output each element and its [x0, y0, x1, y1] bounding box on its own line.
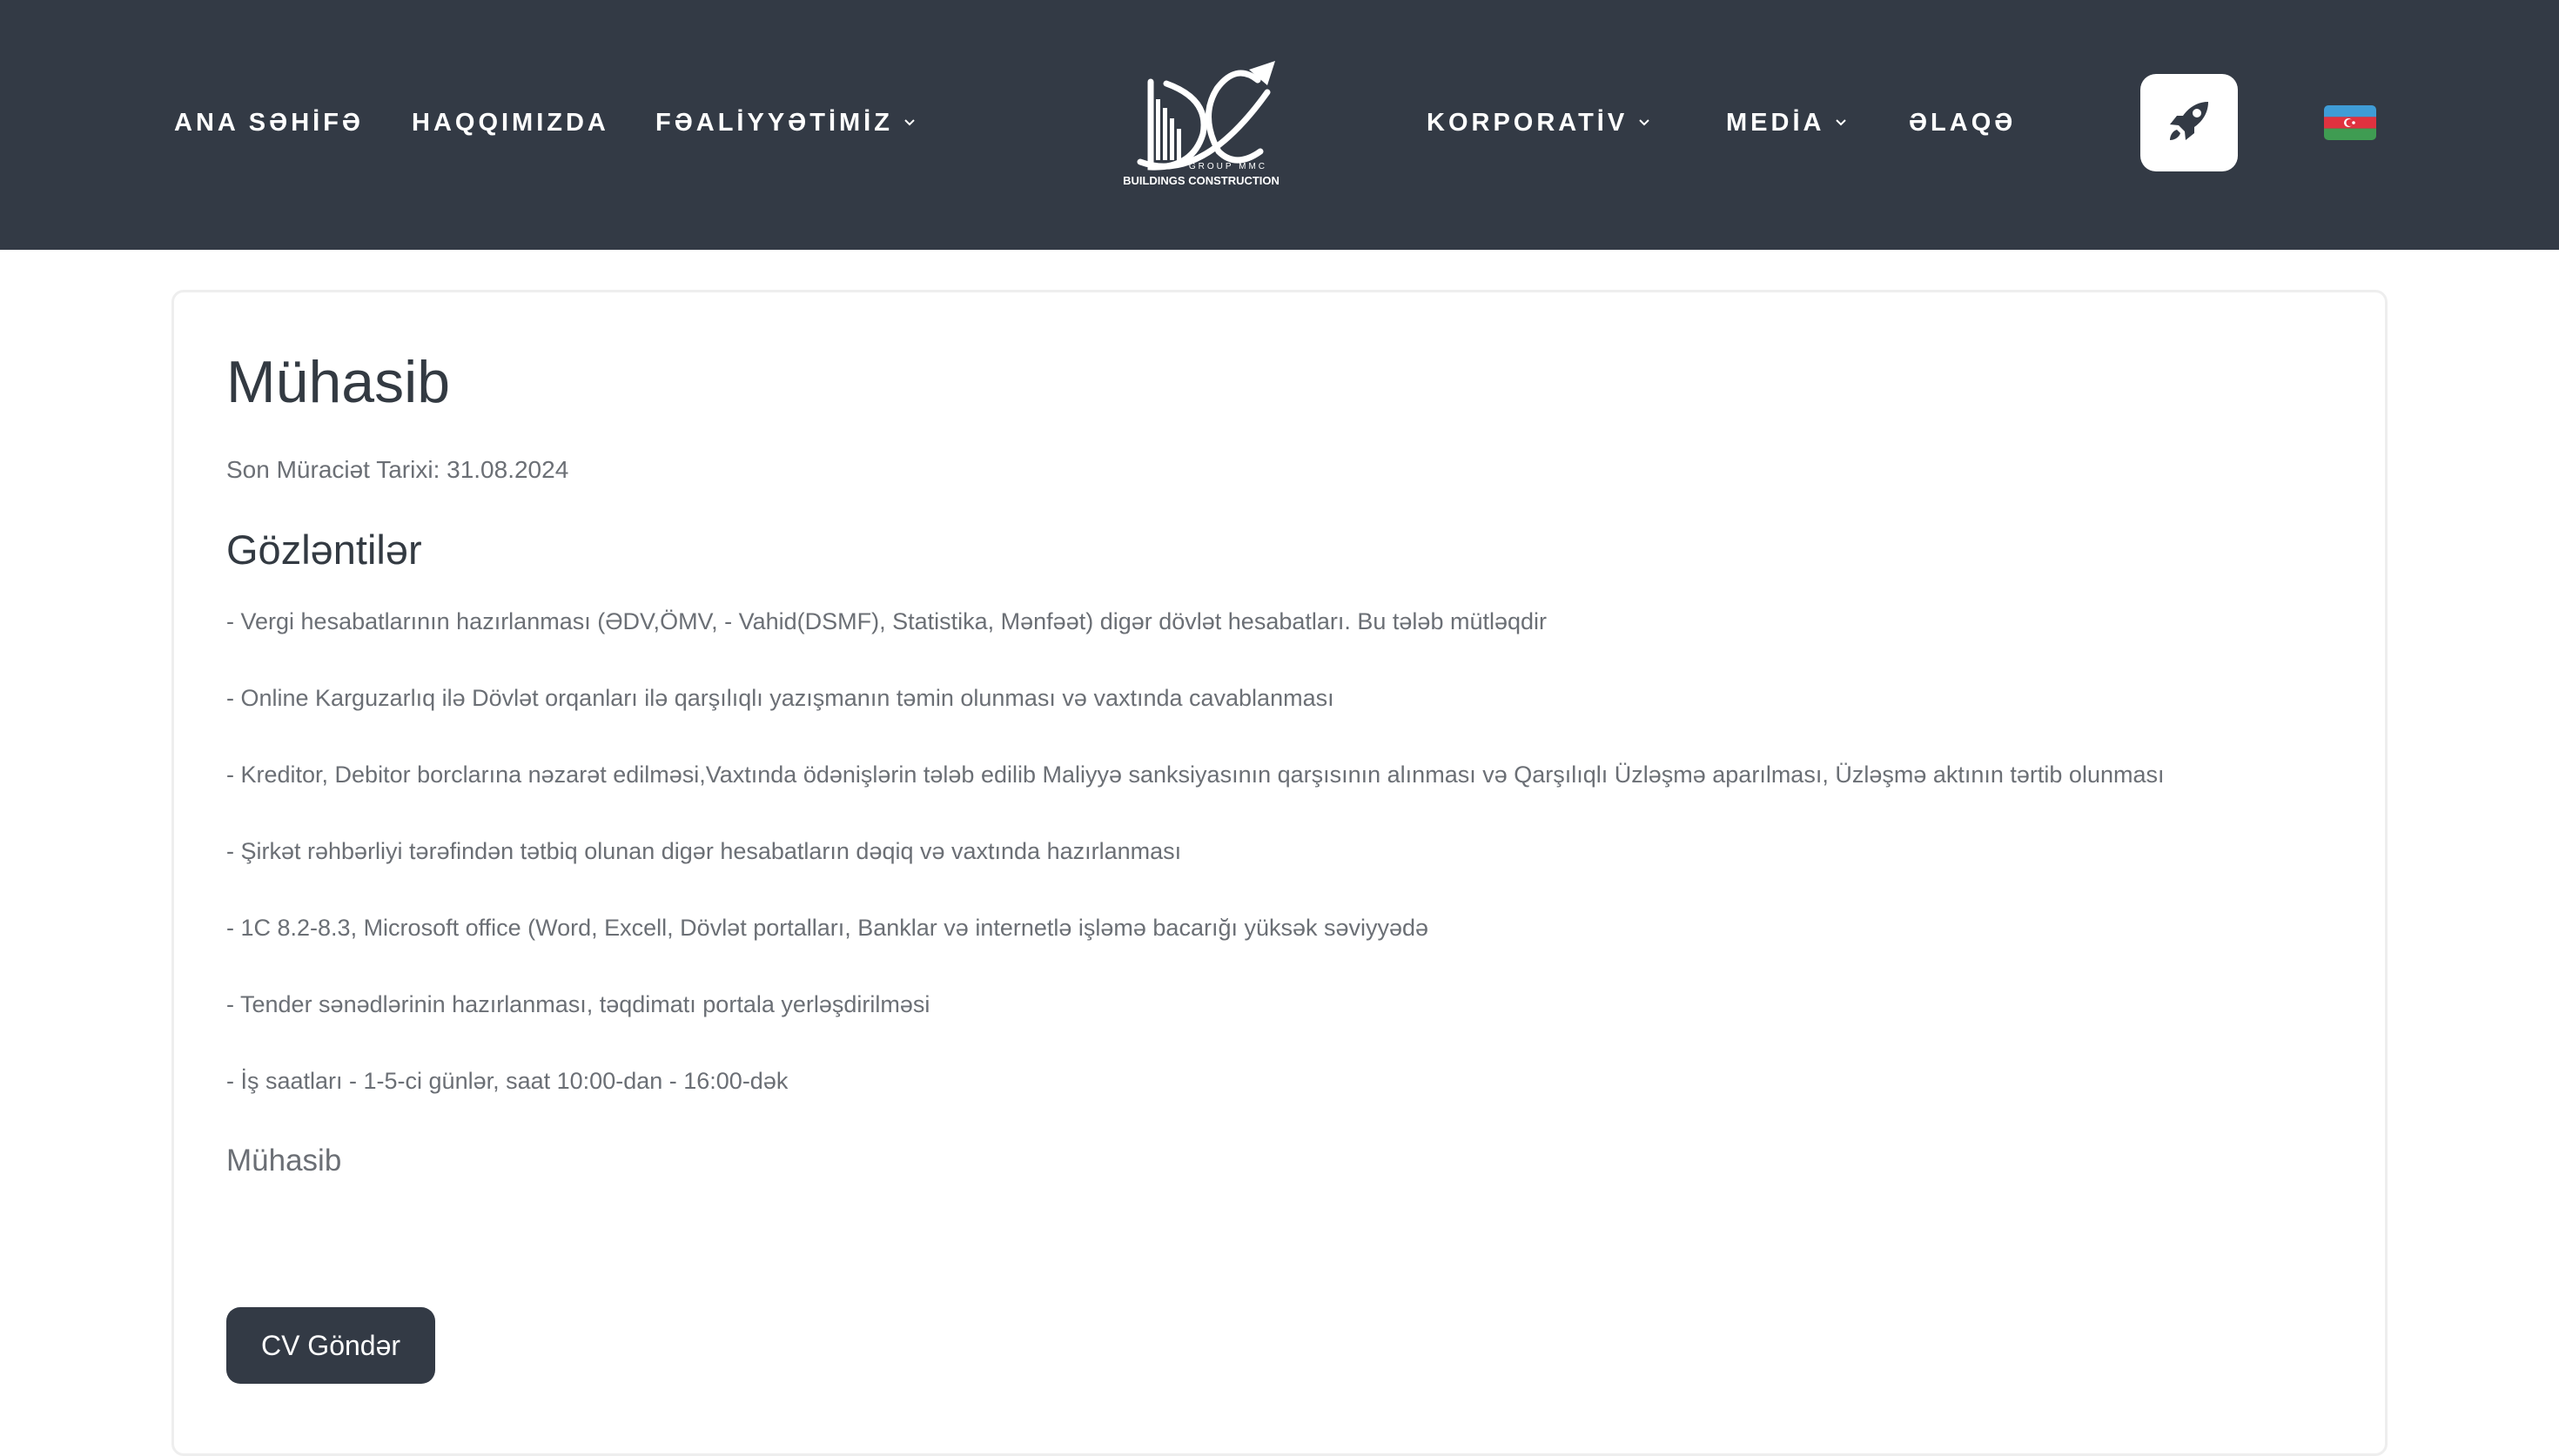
- nav-contact[interactable]: ƏLAQƏ: [1909, 109, 2016, 137]
- deadline-text: Son Müraciət Tarixi: 31.08.2024: [226, 456, 569, 483]
- nav-activities[interactable]: FƏALİYYƏTİMİZ: [655, 109, 917, 137]
- logo-caption: BUILDINGS CONSTRUCTION: [1123, 174, 1280, 187]
- nav-media-label: MEDİA: [1726, 108, 1825, 137]
- requirement-item: - 1C 8.2-8.3, Microsoft office (Word, Ex…: [226, 915, 1429, 941]
- requirement-item: - İş saatları - 1-5-ci günlər, saat 10:0…: [226, 1068, 789, 1094]
- chevron-down-icon: [902, 115, 917, 131]
- company-logo[interactable]: GROUP MMC BUILDINGS CONSTRUCTION: [1105, 54, 1297, 193]
- nav-about[interactable]: HAQQIMIZDA: [412, 109, 609, 137]
- nav-home-label: ANA SƏHİFƏ: [174, 108, 364, 137]
- nav-corporate-label: KORPORATİV: [1427, 108, 1629, 137]
- nav-about-label: HAQQIMIZDA: [412, 108, 609, 137]
- rocket-button[interactable]: [2140, 74, 2238, 171]
- expectations-heading: Gözləntilər: [226, 527, 422, 573]
- send-cv-button[interactable]: CV Göndər: [226, 1307, 435, 1384]
- rocket-icon: [2165, 97, 2213, 150]
- logo-subtext: GROUP MMC: [1189, 162, 1267, 171]
- requirement-item: - Kreditor, Debitor borclarına nəzarət e…: [226, 762, 2165, 788]
- job-title: Mühasib: [226, 349, 451, 415]
- nav-corporate[interactable]: KORPORATİV: [1427, 109, 1652, 137]
- nav-activities-label: FƏALİYYƏTİMİZ: [655, 108, 893, 137]
- chevron-down-icon: [1636, 115, 1652, 131]
- nav-home[interactable]: ANA SƏHİFƏ: [174, 109, 364, 137]
- language-flag-icon[interactable]: [2324, 105, 2376, 140]
- nav-media[interactable]: MEDİA: [1726, 109, 1849, 137]
- chevron-down-icon: [1833, 115, 1849, 131]
- job-subtitle: Mühasib: [226, 1144, 342, 1178]
- site-header: ANA SƏHİFƏ HAQQIMIZDA FƏALİYYƏTİMİZ GROU…: [0, 0, 2559, 250]
- requirement-item: - Vergi hesabatlarının hazırlanması (ƏDV…: [226, 608, 1548, 634]
- nav-contact-label: ƏLAQƏ: [1909, 108, 2017, 137]
- requirement-item: - Tender sənədlərinin hazırlanması, təqd…: [226, 991, 930, 1017]
- requirement-item: - Online Karguzarlıq ilə Dövlət orqanlar…: [226, 685, 1334, 711]
- requirement-item: - Şirkət rəhbərliyi tərəfindən tətbiq ol…: [226, 838, 1182, 864]
